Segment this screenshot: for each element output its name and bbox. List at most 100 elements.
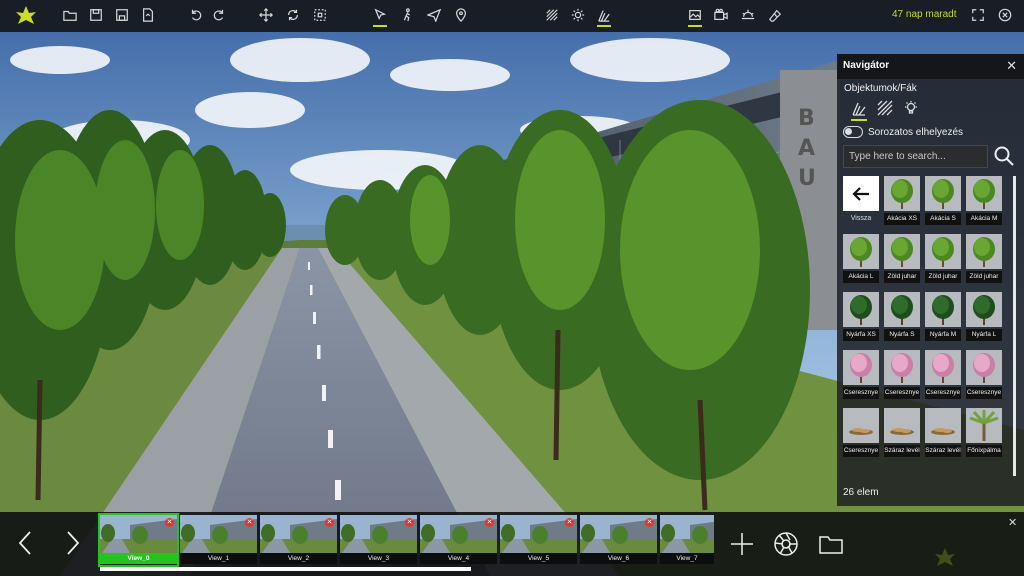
- move-icon[interactable]: [256, 4, 276, 26]
- asset-thumbnail: [884, 176, 920, 211]
- view-thumbnail[interactable]: ✕ View_1: [180, 515, 257, 565]
- asset-thumbnail: [925, 350, 961, 385]
- sun-settings-icon[interactable]: [568, 4, 588, 26]
- asset-label: Akácia L: [843, 271, 879, 283]
- image-camera-icon[interactable]: [685, 4, 705, 27]
- item-count: 26 elem: [843, 487, 879, 498]
- serial-placement-toggle[interactable]: Sorozatos elhelyezés: [843, 126, 963, 138]
- save-as-icon[interactable]: [112, 4, 132, 26]
- asset-tile[interactable]: Cseresznye: [925, 350, 961, 400]
- grass-paint-icon[interactable]: [542, 4, 562, 26]
- redo-icon[interactable]: [209, 4, 229, 26]
- delete-view-icon[interactable]: ✕: [325, 518, 334, 527]
- folder-icon[interactable]: [817, 530, 845, 558]
- asset-tile[interactable]: Nyárfa S: [884, 292, 920, 342]
- tree-category-icon[interactable]: [848, 98, 870, 121]
- delete-view-icon[interactable]: ✕: [565, 518, 574, 527]
- view-thumbnail[interactable]: ✕ View_0: [98, 513, 179, 567]
- asset-tile[interactable]: Akácia S: [925, 176, 961, 226]
- asset-tile[interactable]: Zöld juhar: [925, 234, 961, 284]
- video-camera-icon[interactable]: [711, 4, 731, 26]
- rotate-icon[interactable]: [283, 4, 303, 26]
- license-days-left: 47 nap maradt: [892, 9, 957, 20]
- light-category-icon[interactable]: [900, 98, 922, 118]
- asset-tile[interactable]: Zöld juhar: [966, 234, 1002, 284]
- view-label: View_4: [420, 553, 497, 564]
- watermark-logo: [935, 548, 955, 566]
- view-thumbnail[interactable]: View_7: [660, 515, 714, 565]
- asset-tile[interactable]: Száraz levél: [884, 408, 920, 458]
- render-aperture-icon[interactable]: [772, 530, 800, 558]
- asset-thumbnail: [884, 234, 920, 269]
- asset-tile[interactable]: Akácia XS: [884, 176, 920, 226]
- leaf-logo[interactable]: [14, 4, 38, 28]
- views-scrollbar[interactable]: [100, 567, 471, 571]
- asset-thumbnail: [884, 408, 920, 443]
- view-thumbnail[interactable]: ✕ View_4: [420, 515, 497, 565]
- tree-paint-icon[interactable]: [594, 4, 614, 27]
- asset-tile[interactable]: Akácia M: [966, 176, 1002, 226]
- asset-thumbnail: [843, 292, 879, 327]
- asset-label: Nyárfa L: [966, 329, 1002, 341]
- asset-thumbnail: [966, 234, 1002, 269]
- back-arrow-icon: [843, 176, 879, 211]
- delete-view-icon[interactable]: ✕: [485, 518, 494, 527]
- hatch-category-icon[interactable]: [874, 98, 896, 118]
- add-view-icon[interactable]: [728, 530, 756, 558]
- fly-icon[interactable]: [424, 4, 444, 26]
- asset-label: Zöld juhar: [925, 271, 961, 283]
- close-icon[interactable]: ✕: [1008, 516, 1017, 529]
- toggle-switch[interactable]: [843, 126, 863, 138]
- walk-icon[interactable]: [397, 4, 417, 26]
- search-input[interactable]: [843, 145, 988, 168]
- close-icon[interactable]: ✕: [1006, 59, 1017, 73]
- asset-thumbnail: [925, 292, 961, 327]
- asset-tile[interactable]: Nyárfa XS: [843, 292, 879, 342]
- eraser-icon[interactable]: [765, 4, 785, 26]
- asset-tile[interactable]: Nyárfa M: [925, 292, 961, 342]
- asset-label: Akácia S: [925, 213, 961, 225]
- delete-view-icon[interactable]: ✕: [405, 518, 414, 527]
- view-thumbnail[interactable]: ✕ View_3: [340, 515, 417, 565]
- export-icon[interactable]: [138, 4, 158, 26]
- toggle-label: Sorozatos elhelyezés: [868, 126, 964, 138]
- view-thumbnail[interactable]: ✕ View_6: [580, 515, 657, 565]
- breadcrumb: Objektumok/Fák: [844, 83, 917, 94]
- asset-thumbnail: [925, 234, 961, 269]
- sunset-icon[interactable]: [738, 4, 758, 26]
- asset-tile[interactable]: Nyárfa L: [966, 292, 1002, 342]
- asset-tile[interactable]: Zöld juhar: [884, 234, 920, 284]
- pointer-icon[interactable]: [370, 4, 390, 27]
- scrollbar-thumb[interactable]: [1013, 176, 1016, 476]
- back-button[interactable]: Vissza: [843, 176, 879, 226]
- chevron-left-icon[interactable]: [14, 528, 38, 558]
- folder-open-icon[interactable]: [60, 4, 80, 26]
- back-label: Vissza: [850, 215, 872, 222]
- views-strip: ✕ View_0 ✕ View_1 ✕ View_2 ✕ View_3 ✕ Vi…: [0, 512, 1024, 576]
- location-pin-icon[interactable]: [451, 4, 471, 26]
- fullscreen-icon[interactable]: [968, 4, 988, 26]
- asset-label: Nyárfa S: [884, 329, 920, 341]
- delete-view-icon[interactable]: ✕: [165, 518, 174, 527]
- scale-icon[interactable]: [310, 4, 330, 26]
- asset-tile[interactable]: Főnixpálma: [966, 408, 1002, 458]
- asset-tile[interactable]: Száraz levél: [925, 408, 961, 458]
- close-icon[interactable]: [995, 4, 1015, 26]
- asset-tile[interactable]: Cseresznye: [843, 350, 879, 400]
- asset-tile[interactable]: Cseresznye: [966, 350, 1002, 400]
- asset-tile[interactable]: Cseresznye: [843, 408, 879, 458]
- scrollbar-track[interactable]: [1013, 176, 1016, 476]
- delete-view-icon[interactable]: ✕: [245, 518, 254, 527]
- asset-thumbnail: [884, 292, 920, 327]
- undo-icon[interactable]: [186, 4, 206, 26]
- asset-tile[interactable]: Akácia L: [843, 234, 879, 284]
- save-icon[interactable]: [86, 4, 106, 26]
- search-icon[interactable]: [993, 145, 1017, 169]
- view-thumbnail[interactable]: ✕ View_5: [500, 515, 577, 565]
- asset-thumbnail: [843, 408, 879, 443]
- view-thumbnail[interactable]: ✕ View_2: [260, 515, 337, 565]
- asset-tile[interactable]: Cseresznye: [884, 350, 920, 400]
- delete-view-icon[interactable]: ✕: [645, 518, 654, 527]
- chevron-right-icon[interactable]: [60, 528, 84, 558]
- asset-label: Cseresznye: [843, 445, 879, 457]
